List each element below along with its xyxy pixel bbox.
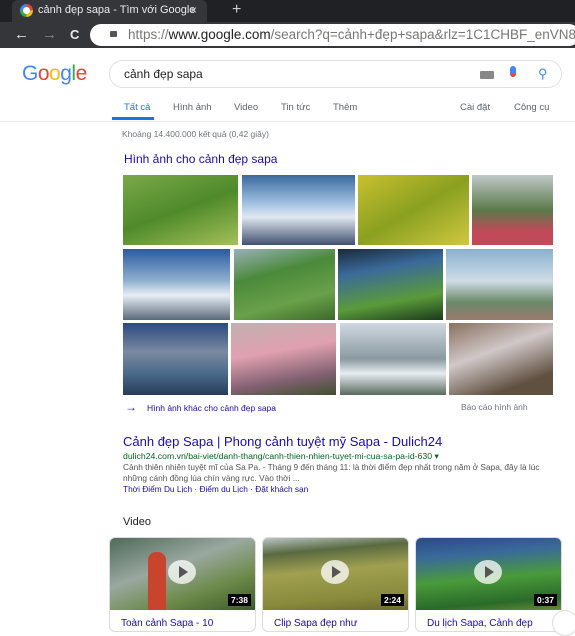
settings-link[interactable]: Cài đặt [460, 102, 490, 113]
google-logo[interactable]: Google [22, 62, 87, 86]
url-path: /search?q=cảnh+đẹp+sapa&rlz=1C1CHBF_enVN… [270, 27, 575, 42]
video-title: Clip Sapa đẹp như [274, 618, 358, 629]
result-title-link[interactable]: Cảnh đẹp Sapa | Phong cảnh tuyệt mỹ Sapa… [123, 434, 442, 449]
reload-button[interactable]: C [70, 25, 79, 45]
next-videos-button[interactable] [552, 610, 575, 636]
tab-more[interactable]: Thêm [333, 102, 357, 113]
report-images-link[interactable]: Báo cáo hình ảnh [461, 402, 528, 412]
tab-video[interactable]: Video [234, 102, 258, 113]
image-thumbnail[interactable] [242, 175, 355, 245]
tab-news[interactable]: Tin tức [281, 102, 310, 113]
image-thumbnail[interactable] [234, 249, 335, 320]
logo-letter: e [75, 62, 88, 85]
google-favicon-icon [20, 4, 33, 17]
video-duration: 2:24 [380, 594, 404, 606]
browser-tab[interactable]: cảnh đẹp sapa - Tìm với Google × [12, 0, 207, 22]
sitelink[interactable]: Đặt khách sạn [255, 484, 308, 494]
video-card[interactable]: 7:38 Toàn cảnh Sapa - 10 [109, 537, 256, 632]
video-duration: 7:38 [227, 594, 251, 606]
sitelinks: Thời Điểm Du Lịch · Điểm du Lịch · Đặt k… [123, 484, 308, 494]
sitelink[interactable]: Thời Điểm Du Lịch [123, 484, 192, 494]
play-icon [168, 560, 196, 584]
search-icon[interactable]: ⚲ [538, 61, 548, 87]
tab-images[interactable]: Hình ảnh [173, 102, 212, 113]
play-icon [321, 560, 349, 584]
sitelink[interactable]: Điểm du Lịch [199, 484, 247, 494]
image-thumbnail[interactable] [231, 323, 336, 395]
result-url[interactable]: dulich24.com.vn/bai-viet/danh-thang/canh… [123, 451, 439, 462]
new-tab-button[interactable]: + [232, 0, 241, 20]
image-thumbnail[interactable] [358, 175, 469, 245]
toolbar: ← → C https://www.google.com/search?q=cả… [0, 22, 575, 48]
search-input[interactable]: cảnh đẹp sapa ⚲ [109, 60, 562, 88]
url-scheme: https:// [128, 27, 169, 42]
image-thumbnail[interactable] [338, 249, 443, 320]
video-card[interactable]: 0:37 Du lịch Sapa, Cảnh đẹp [415, 537, 562, 632]
video-duration: 0:37 [533, 594, 557, 606]
image-thumbnail[interactable] [449, 323, 553, 395]
video-thumbnail: 2:24 [263, 538, 408, 610]
forward-button[interactable]: → [42, 25, 57, 45]
video-thumbnail: 0:37 [416, 538, 561, 610]
tools-link[interactable]: Công cụ [514, 102, 549, 113]
video-title: Du lịch Sapa, Cảnh đẹp [427, 618, 533, 629]
tab-strip: cảnh đẹp sapa - Tìm với Google × + [0, 0, 575, 22]
divider [0, 121, 575, 122]
keyboard-icon[interactable] [480, 71, 494, 79]
result-stats: Khoảng 14.400.000 kết quả (0,42 giây) [122, 129, 269, 139]
image-thumbnail[interactable] [446, 249, 553, 320]
logo-letter: o [49, 62, 61, 85]
tab-all[interactable]: Tất cả [124, 102, 150, 113]
search-query: cảnh đẹp sapa [124, 67, 203, 81]
lock-icon [110, 31, 117, 37]
more-images-label: Hình ảnh khác cho cảnh đẹp sapa [147, 403, 277, 413]
image-thumbnail[interactable] [123, 175, 238, 245]
image-thumbnail[interactable] [340, 323, 446, 395]
logo-letter: o [37, 62, 50, 85]
video-title: Toàn cảnh Sapa - 10 [121, 618, 214, 629]
close-tab-icon[interactable]: × [190, 0, 197, 20]
active-tab-indicator [112, 117, 154, 120]
tab-title: cảnh đẹp sapa - Tìm với Google [38, 4, 196, 16]
url-host: www.google.com [168, 27, 271, 42]
more-images-link[interactable]: → Hình ảnh khác cho cảnh đẹp sapa [125, 400, 276, 414]
video-heading: Video [123, 516, 151, 528]
logo-letter: G [22, 62, 38, 85]
arrow-right-icon: → [125, 400, 137, 414]
image-thumbnail[interactable] [123, 249, 230, 320]
video-thumbnail: 7:38 [110, 538, 255, 610]
image-thumbnail[interactable] [123, 323, 228, 395]
video-card[interactable]: 2:24 Clip Sapa đẹp như [262, 537, 409, 632]
result-snippet: Cảnh thiên nhiên tuyệt mĩ của Sa Pa. - T… [123, 462, 540, 483]
address-bar[interactable]: https://www.google.com/search?q=cảnh+đẹp… [90, 24, 575, 46]
mic-icon[interactable] [510, 66, 516, 77]
logo-letter: g [60, 62, 72, 85]
play-icon [474, 560, 502, 584]
image-thumbnail[interactable] [472, 175, 553, 245]
images-heading[interactable]: Hình ảnh cho cảnh đẹp sapa [124, 152, 277, 166]
back-button[interactable]: ← [14, 25, 29, 45]
